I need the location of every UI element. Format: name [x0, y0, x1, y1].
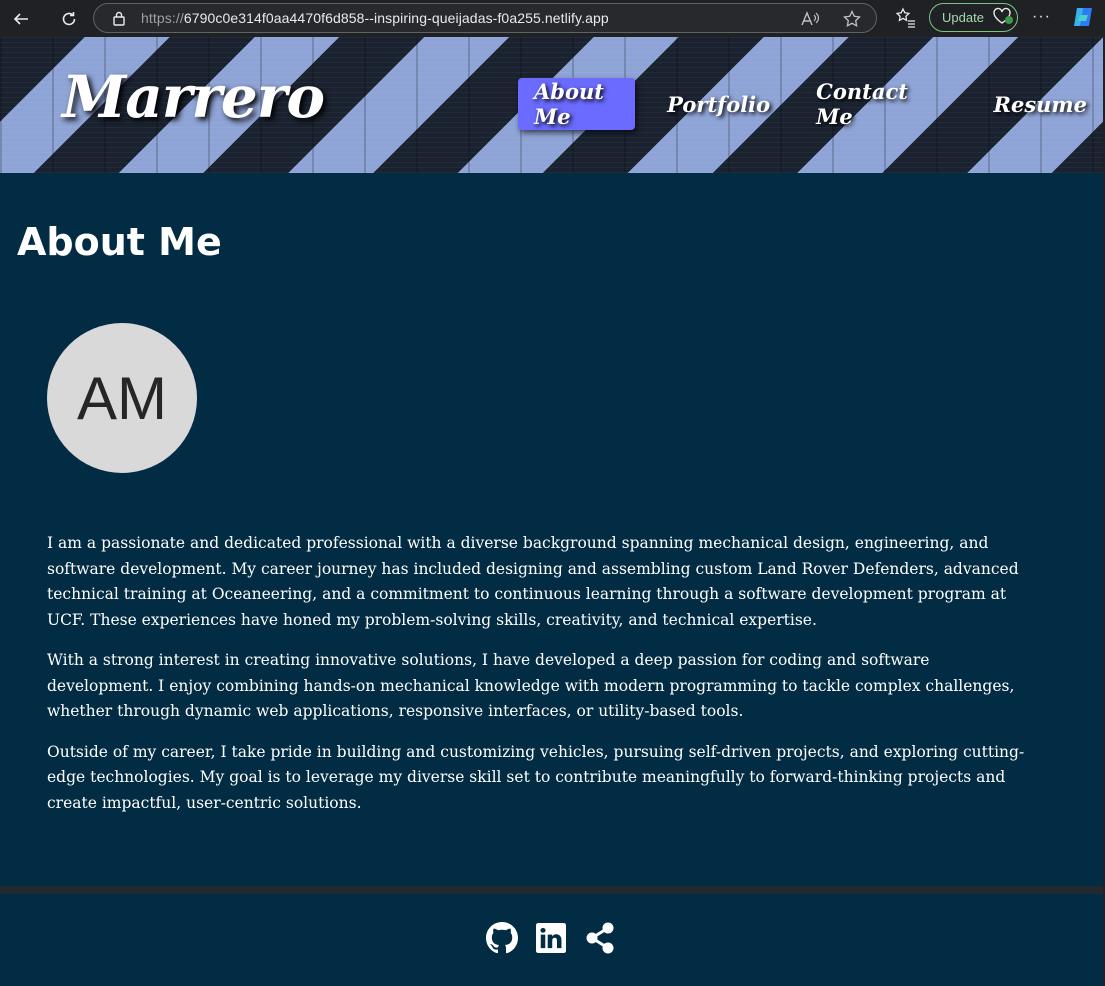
- nav-contact-me[interactable]: Contact Me: [800, 78, 963, 130]
- heart-pulse-icon: [992, 7, 1014, 28]
- lock-icon: [111, 10, 127, 26]
- brand-logo[interactable]: Marrero: [62, 63, 325, 131]
- url-text: https://6790c0e314f0aa4470f6d858--inspir…: [141, 10, 609, 26]
- avatar-initials: AM: [77, 364, 167, 432]
- nav-resume[interactable]: Resume: [978, 78, 1104, 130]
- page-title: About Me: [17, 220, 222, 264]
- main-nav: About Me Portfolio Contact Me Resume: [518, 78, 1103, 130]
- web-page: Marrero About Me Portfolio Contact Me Re…: [0, 37, 1103, 986]
- favorites-icon[interactable]: [895, 7, 917, 29]
- update-label: Update: [942, 10, 984, 25]
- footer-divider: [0, 886, 1103, 894]
- address-bar[interactable]: https://6790c0e314f0aa4470f6d858--inspir…: [93, 3, 877, 33]
- more-menu-icon[interactable]: ···: [1032, 8, 1051, 26]
- bio-paragraph-2: With a strong interest in creating innov…: [47, 651, 1015, 720]
- header-banner: Marrero About Me Portfolio Contact Me Re…: [0, 37, 1103, 173]
- footer: [0, 894, 1103, 986]
- nav-about-me[interactable]: About Me: [518, 78, 636, 130]
- back-icon[interactable]: [6, 4, 36, 34]
- bio-paragraph-1: I am a passionate and dedicated professi…: [47, 534, 1019, 629]
- github-icon[interactable]: [486, 922, 518, 954]
- read-aloud-icon[interactable]: [800, 9, 820, 29]
- avatar: AM: [47, 323, 197, 473]
- browser-toolbar: https://6790c0e314f0aa4470f6d858--inspir…: [0, 0, 1105, 37]
- update-button[interactable]: Update: [929, 3, 1018, 32]
- linkedin-icon[interactable]: [535, 922, 567, 954]
- copilot-icon[interactable]: [1071, 5, 1095, 29]
- bio-paragraph-3: Outside of my career, I take pride in bu…: [47, 742, 1025, 812]
- bio-section: I am a passionate and dedicated professi…: [47, 531, 1027, 831]
- share-icon[interactable]: [584, 922, 616, 954]
- favorite-star-icon[interactable]: [842, 9, 862, 29]
- refresh-icon[interactable]: [54, 4, 84, 34]
- nav-portfolio[interactable]: Portfolio: [651, 78, 786, 130]
